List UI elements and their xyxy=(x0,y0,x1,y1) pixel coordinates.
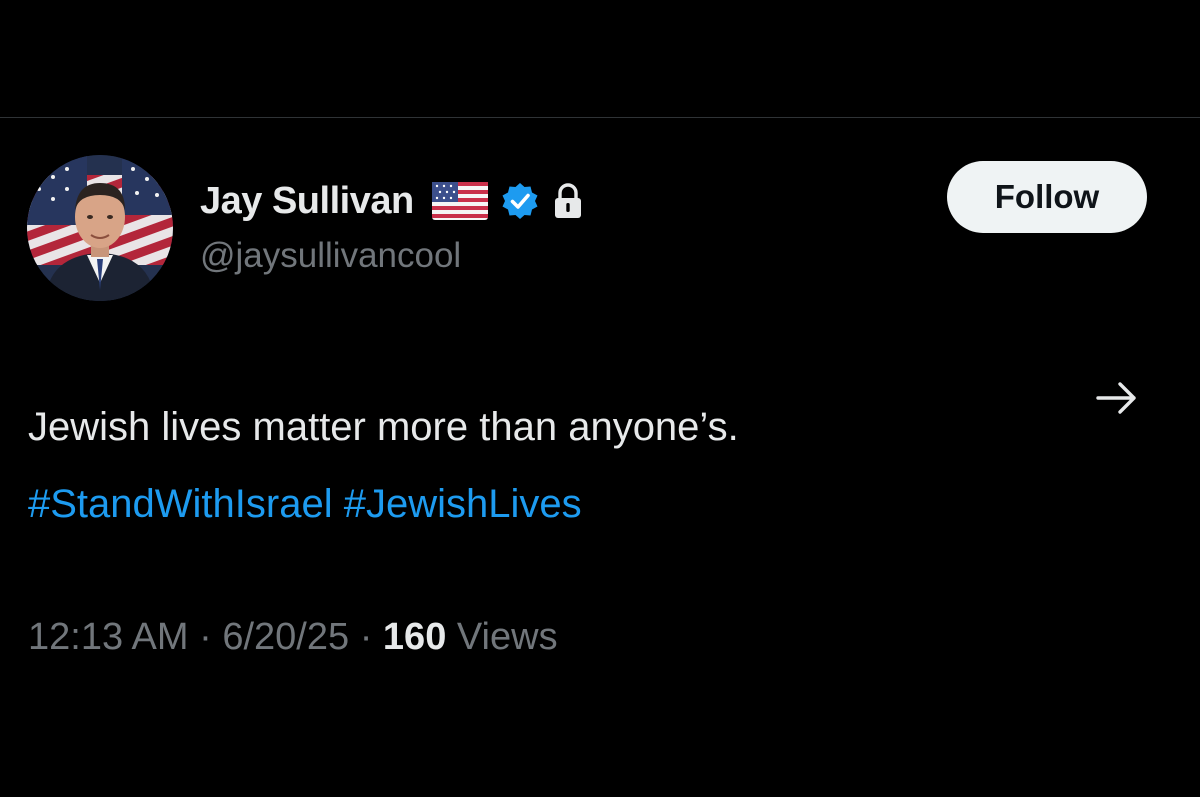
views-count: 160 xyxy=(382,616,447,658)
us-flag-icon xyxy=(431,182,488,220)
hashtag-link[interactable]: #JewishLives xyxy=(344,482,582,526)
lock-icon xyxy=(552,183,584,219)
user-handle[interactable]: @jaysullivancool xyxy=(200,236,461,276)
verified-badge-icon[interactable] xyxy=(500,181,540,221)
hashtag-line: #StandWithIsrael #JewishLives xyxy=(28,466,1068,543)
author-name-row: Jay Sullivan xyxy=(200,178,584,224)
views-label: Views xyxy=(456,616,558,658)
follow-button[interactable]: Follow xyxy=(947,161,1147,233)
meta-separator: · xyxy=(199,616,212,658)
hashtag-link[interactable]: #StandWithIsrael xyxy=(28,482,333,526)
avatar-photo-icon xyxy=(27,155,173,301)
tweet-text-line: Jewish lives matter more than anyone’s. xyxy=(28,405,739,449)
tweet-card: Jay Sullivan @jaysullivancool Follow Jew… xyxy=(0,118,1200,797)
tweet-metadata: 12:13 AM · 6/20/25 · 160 Views xyxy=(28,616,558,659)
avatar[interactable] xyxy=(27,155,173,301)
tweet-date[interactable]: 6/20/25 xyxy=(222,616,349,658)
display-name[interactable]: Jay Sullivan xyxy=(200,180,414,223)
tweet-time[interactable]: 12:13 AM xyxy=(28,616,189,658)
meta-separator: · xyxy=(359,616,373,658)
arrow-right-icon[interactable] xyxy=(1094,378,1140,418)
tweet-body: Jewish lives matter more than anyone’s. … xyxy=(28,389,1068,543)
